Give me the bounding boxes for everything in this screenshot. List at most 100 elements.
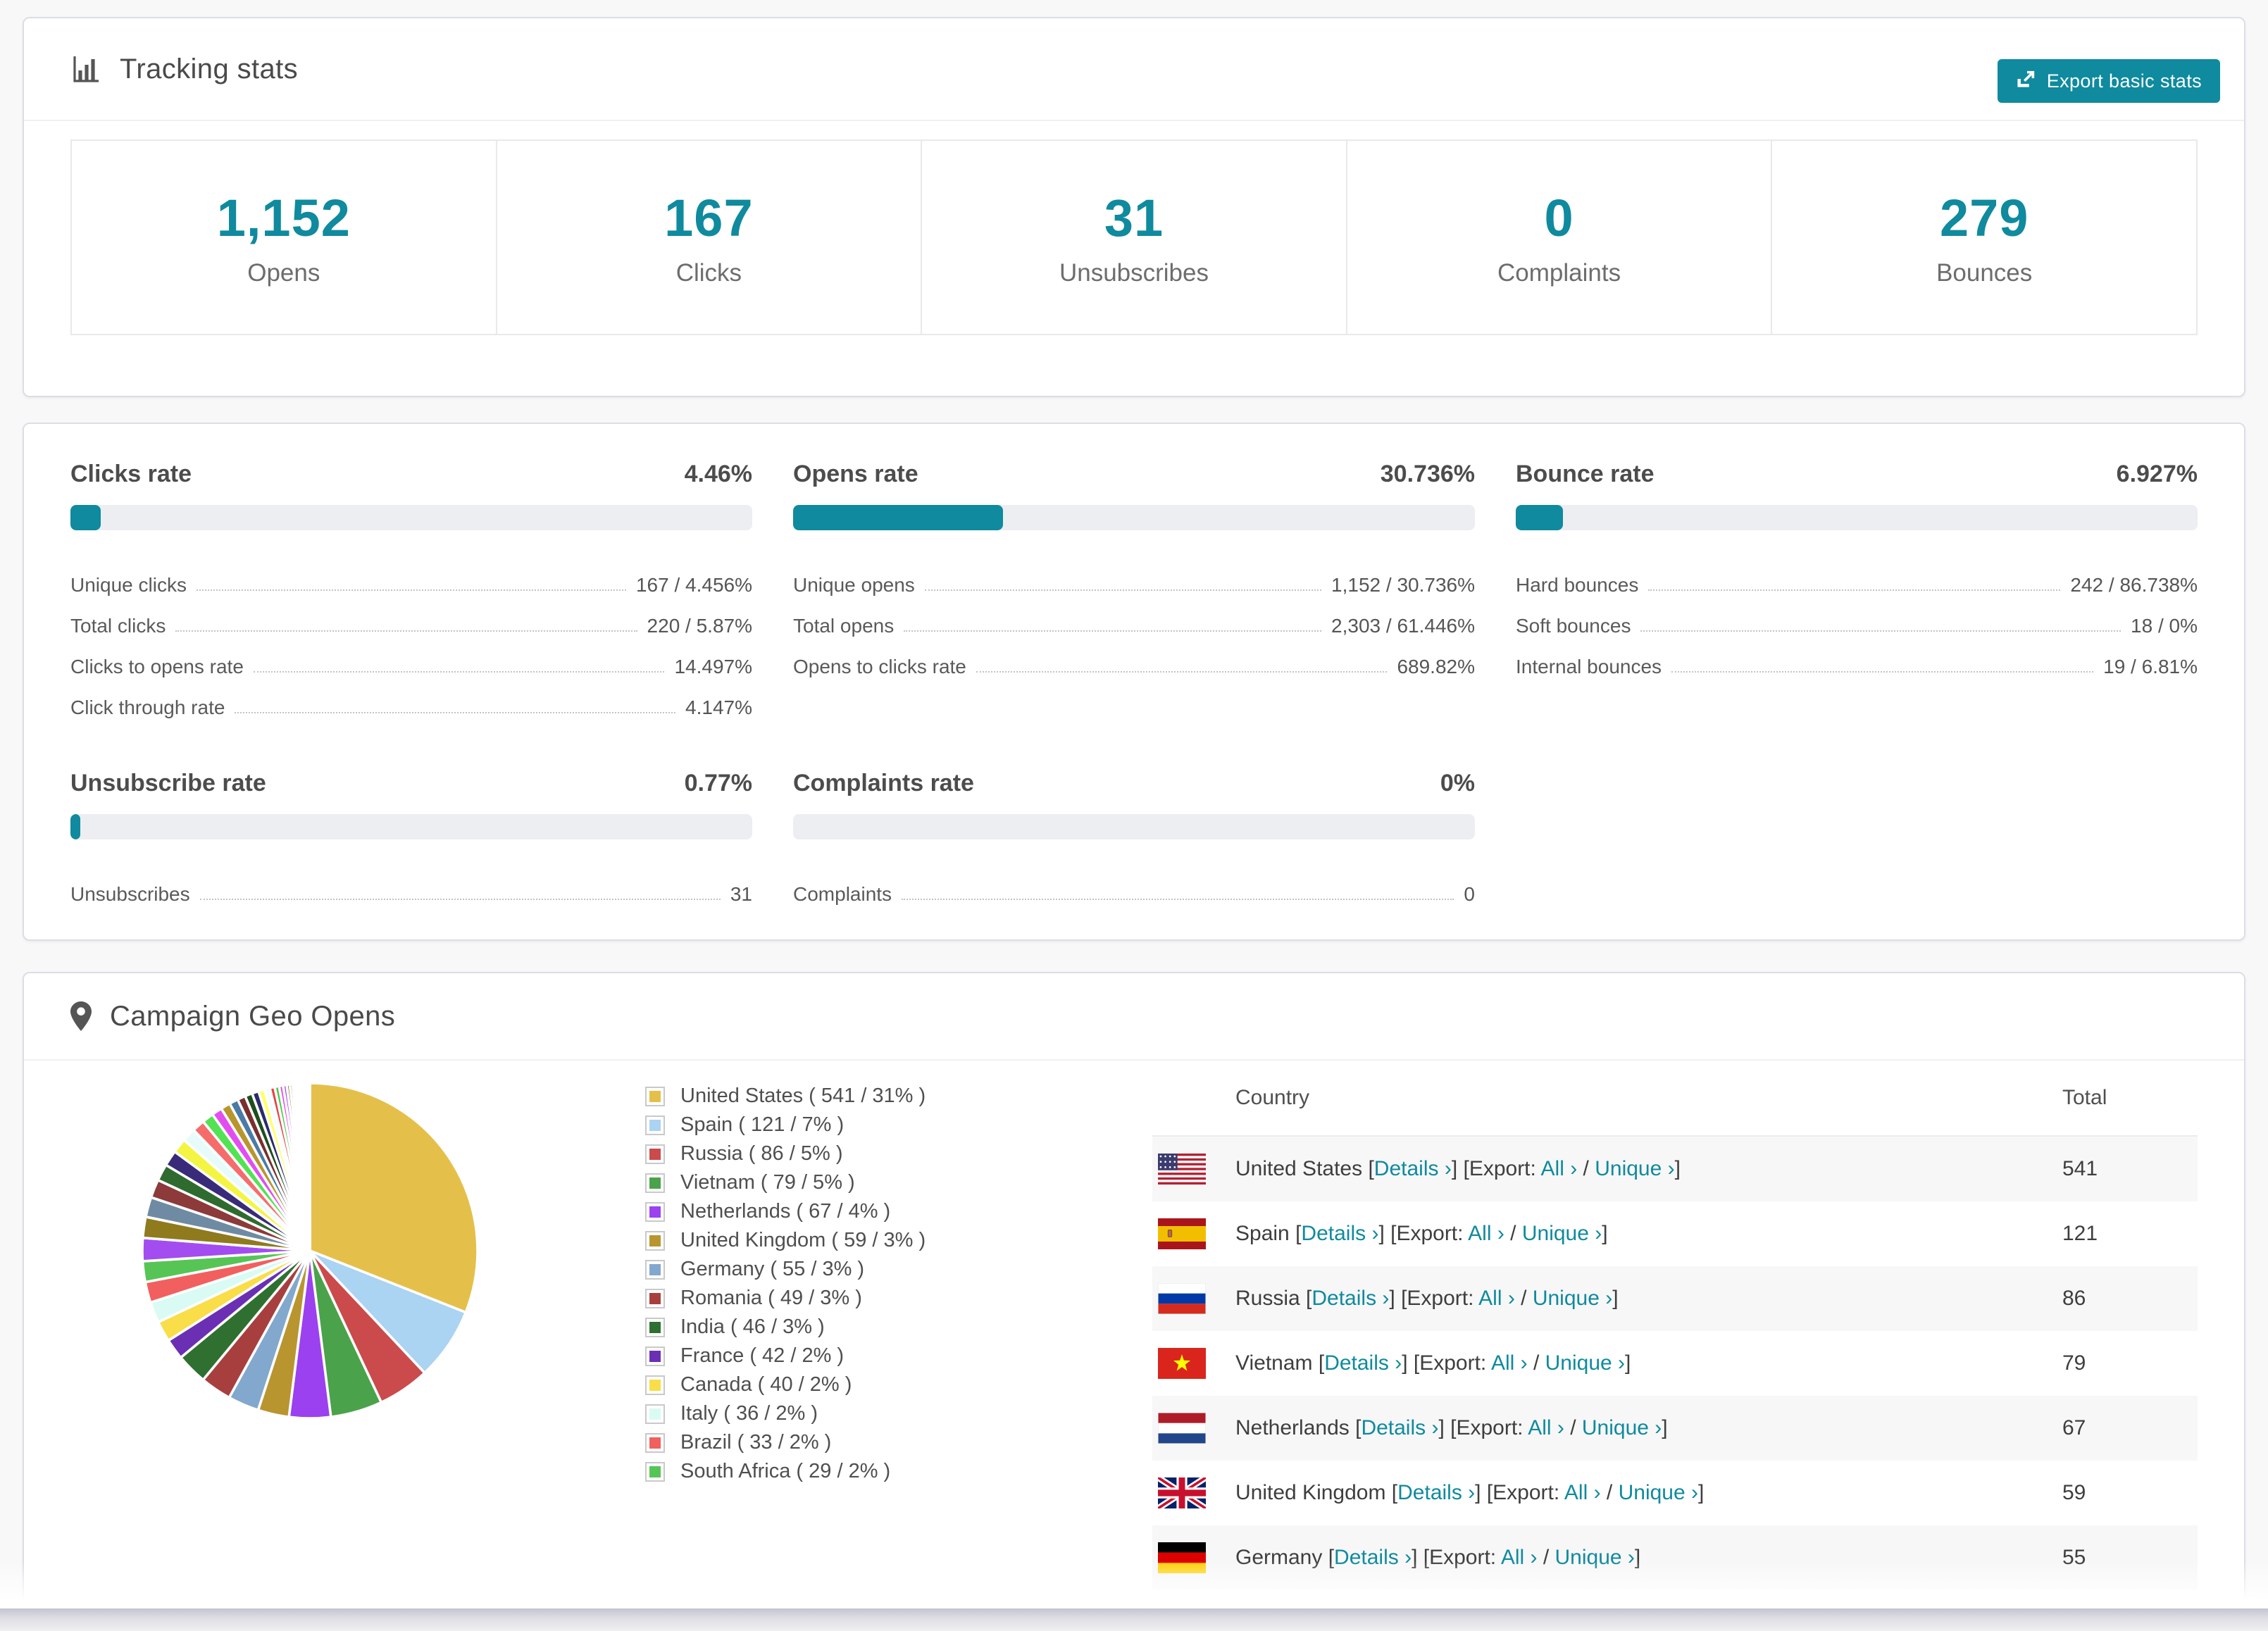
legend-item-russia: Russia ( 86 / 5% ) (645, 1139, 1152, 1168)
export-all-link[interactable]: All › (1541, 1157, 1578, 1180)
dotted-leader (902, 899, 1454, 900)
bottom-scroll-band (0, 1608, 2268, 1631)
details-link[interactable]: Details › (1324, 1351, 1402, 1375)
progress-bar (793, 505, 1475, 530)
progress-bar-fill (70, 814, 80, 839)
total-cell: 79 (2062, 1351, 2198, 1375)
legend-swatch (645, 1318, 665, 1337)
rate-row-hard-bounces: Hard bounces 242 / 86.738% (1516, 556, 2198, 596)
rate-row-soft-bounces: Soft bounces18 / 0% (1516, 596, 2198, 637)
legend-swatch (645, 1346, 665, 1366)
total-cell: 121 (2062, 1222, 2198, 1246)
stat-bounces-value: 279 (1940, 188, 2029, 248)
country-cell: United Kingdom [Details ›] [Export: All … (1235, 1481, 2062, 1505)
total-cell: 59 (2062, 1481, 2198, 1505)
details-link[interactable]: Details › (1334, 1546, 1412, 1569)
rate-value: 4.46% (685, 461, 752, 488)
export-all-link[interactable]: All › (1468, 1222, 1504, 1245)
rate-row-label: Opens to clicks rate (793, 656, 966, 678)
legend-item-vietnam: Vietnam ( 79 / 5% ) (645, 1168, 1152, 1197)
export-unique-link[interactable]: Unique › (1595, 1157, 1674, 1180)
legend-label: Brazil ( 33 / 2% ) (680, 1431, 831, 1454)
map-pin-icon (70, 1001, 92, 1031)
dotted-leader (1648, 589, 2060, 591)
legend-item-south-africa: South Africa ( 29 / 2% ) (645, 1457, 1152, 1486)
rate-head: Unsubscribe rate0.77% (70, 770, 752, 797)
bar-chart-icon (70, 54, 101, 85)
export-unique-link[interactable]: Unique › (1555, 1546, 1635, 1569)
export-all-link[interactable]: All › (1491, 1351, 1528, 1375)
export-basic-stats-button[interactable]: Export basic stats (1998, 59, 2220, 103)
details-link[interactable]: Details › (1301, 1222, 1378, 1245)
legend-label: India ( 46 / 3% ) (680, 1316, 825, 1339)
rate-block-opens-rate: Opens rate30.736% Unique opens1,152 / 30.… (793, 461, 1475, 719)
rate-rows: Unique clicks167 / 4.456%Total clicks220… (70, 556, 752, 719)
rate-row-value: 0 (1464, 883, 1475, 906)
legend-item-canada: Canada ( 40 / 2% ) (645, 1370, 1152, 1399)
details-link[interactable]: Details › (1374, 1157, 1452, 1180)
stat-opens-label: Opens (247, 259, 320, 287)
legend-item-brazil: Brazil ( 33 / 2% ) (645, 1428, 1152, 1457)
legend-swatch (645, 1087, 665, 1106)
rate-title: Unsubscribe rate (70, 770, 266, 797)
dotted-leader (235, 712, 675, 713)
rate-row-unsubscribes: Unsubscribes31 (70, 865, 752, 906)
legend-label: Canada ( 40 / 2% ) (680, 1373, 852, 1396)
page-title: Tracking stats (120, 54, 298, 85)
rate-row-label: Hard bounces (1516, 574, 1638, 596)
export-all-link[interactable]: All › (1564, 1481, 1601, 1504)
export-unique-link[interactable]: Unique › (1522, 1222, 1602, 1245)
details-link[interactable]: Details › (1397, 1481, 1475, 1504)
dotted-leader (904, 630, 1321, 632)
stat-opens-value: 1,152 (217, 188, 351, 248)
country-cell: Spain [Details ›] [Export: All › / Uniqu… (1235, 1222, 2062, 1246)
details-link[interactable]: Details › (1361, 1416, 1438, 1439)
geo-pie-chart (134, 1075, 486, 1427)
rate-title: Complaints rate (793, 770, 974, 797)
rate-row-click-through-rate: Click through rate4.147% (70, 678, 752, 719)
export-unique-link[interactable]: Unique › (1582, 1416, 1662, 1439)
rate-row-value: 1,152 / 30.736% (1331, 574, 1475, 596)
export-all-link[interactable]: All › (1528, 1416, 1564, 1439)
export-all-link[interactable]: All › (1501, 1546, 1538, 1569)
legend-swatch (645, 1375, 665, 1395)
flag-nl-icon (1158, 1413, 1206, 1444)
flag-de-icon (1158, 1542, 1206, 1573)
rate-row-value: 242 / 86.738% (2070, 574, 2198, 596)
rate-head: Opens rate30.736% (793, 461, 1475, 488)
export-unique-link[interactable]: Unique › (1545, 1351, 1625, 1375)
legend-label: France ( 42 / 2% ) (680, 1344, 844, 1368)
legend-label: Netherlands ( 67 / 4% ) (680, 1200, 890, 1223)
stat-clicks: 167 Clicks (496, 141, 921, 334)
total-cell: 55 (2062, 1546, 2198, 1570)
export-unique-link[interactable]: Unique › (1619, 1481, 1698, 1504)
details-link[interactable]: Details › (1311, 1287, 1389, 1310)
rate-row-opens-to-clicks-rate: Opens to clicks rate689.82% (793, 637, 1475, 678)
export-icon (2016, 68, 2037, 94)
rate-block-complaints-rate: Complaints rate0%Complaints0 (793, 770, 1475, 906)
rate-rows: Hard bounces 242 / 86.738%Soft bounces18 … (1516, 556, 2198, 678)
stat-clicks-value: 167 (664, 188, 753, 248)
progress-bar (70, 505, 752, 530)
flag-gb-icon (1158, 1477, 1206, 1508)
country-cell: Vietnam [Details ›] [Export: All › / Uni… (1235, 1351, 2062, 1375)
legend-label: Spain ( 121 / 7% ) (680, 1113, 844, 1137)
legend-item-france: France ( 42 / 2% ) (645, 1342, 1152, 1370)
rate-block-unsubscribe-rate: Unsubscribe rate0.77% Unsubscribes31 (70, 770, 752, 906)
rate-row-value: 4.147% (685, 696, 752, 719)
stat-clicks-label: Clicks (676, 259, 742, 287)
rate-row-label: Soft bounces (1516, 615, 1631, 637)
rate-title: Clicks rate (70, 461, 192, 488)
rate-row-value: 167 / 4.456% (636, 574, 752, 596)
table-row-germany: Germany [Details ›] [Export: All › / Uni… (1152, 1525, 2198, 1590)
rate-head: Complaints rate0% (793, 770, 1475, 797)
rate-row-unique-opens: Unique opens1,152 / 30.736% (793, 556, 1475, 596)
legend-label: Russia ( 86 / 5% ) (680, 1142, 842, 1166)
export-unique-link[interactable]: Unique › (1533, 1287, 1612, 1310)
dotted-leader (254, 671, 665, 673)
legend-item-germany: Germany ( 55 / 3% ) (645, 1255, 1152, 1284)
geo-header: Campaign Geo Opens (24, 973, 2244, 1061)
stat-complaints-value: 0 (1545, 188, 1574, 248)
legend-swatch (645, 1231, 665, 1251)
export-all-link[interactable]: All › (1478, 1287, 1515, 1310)
